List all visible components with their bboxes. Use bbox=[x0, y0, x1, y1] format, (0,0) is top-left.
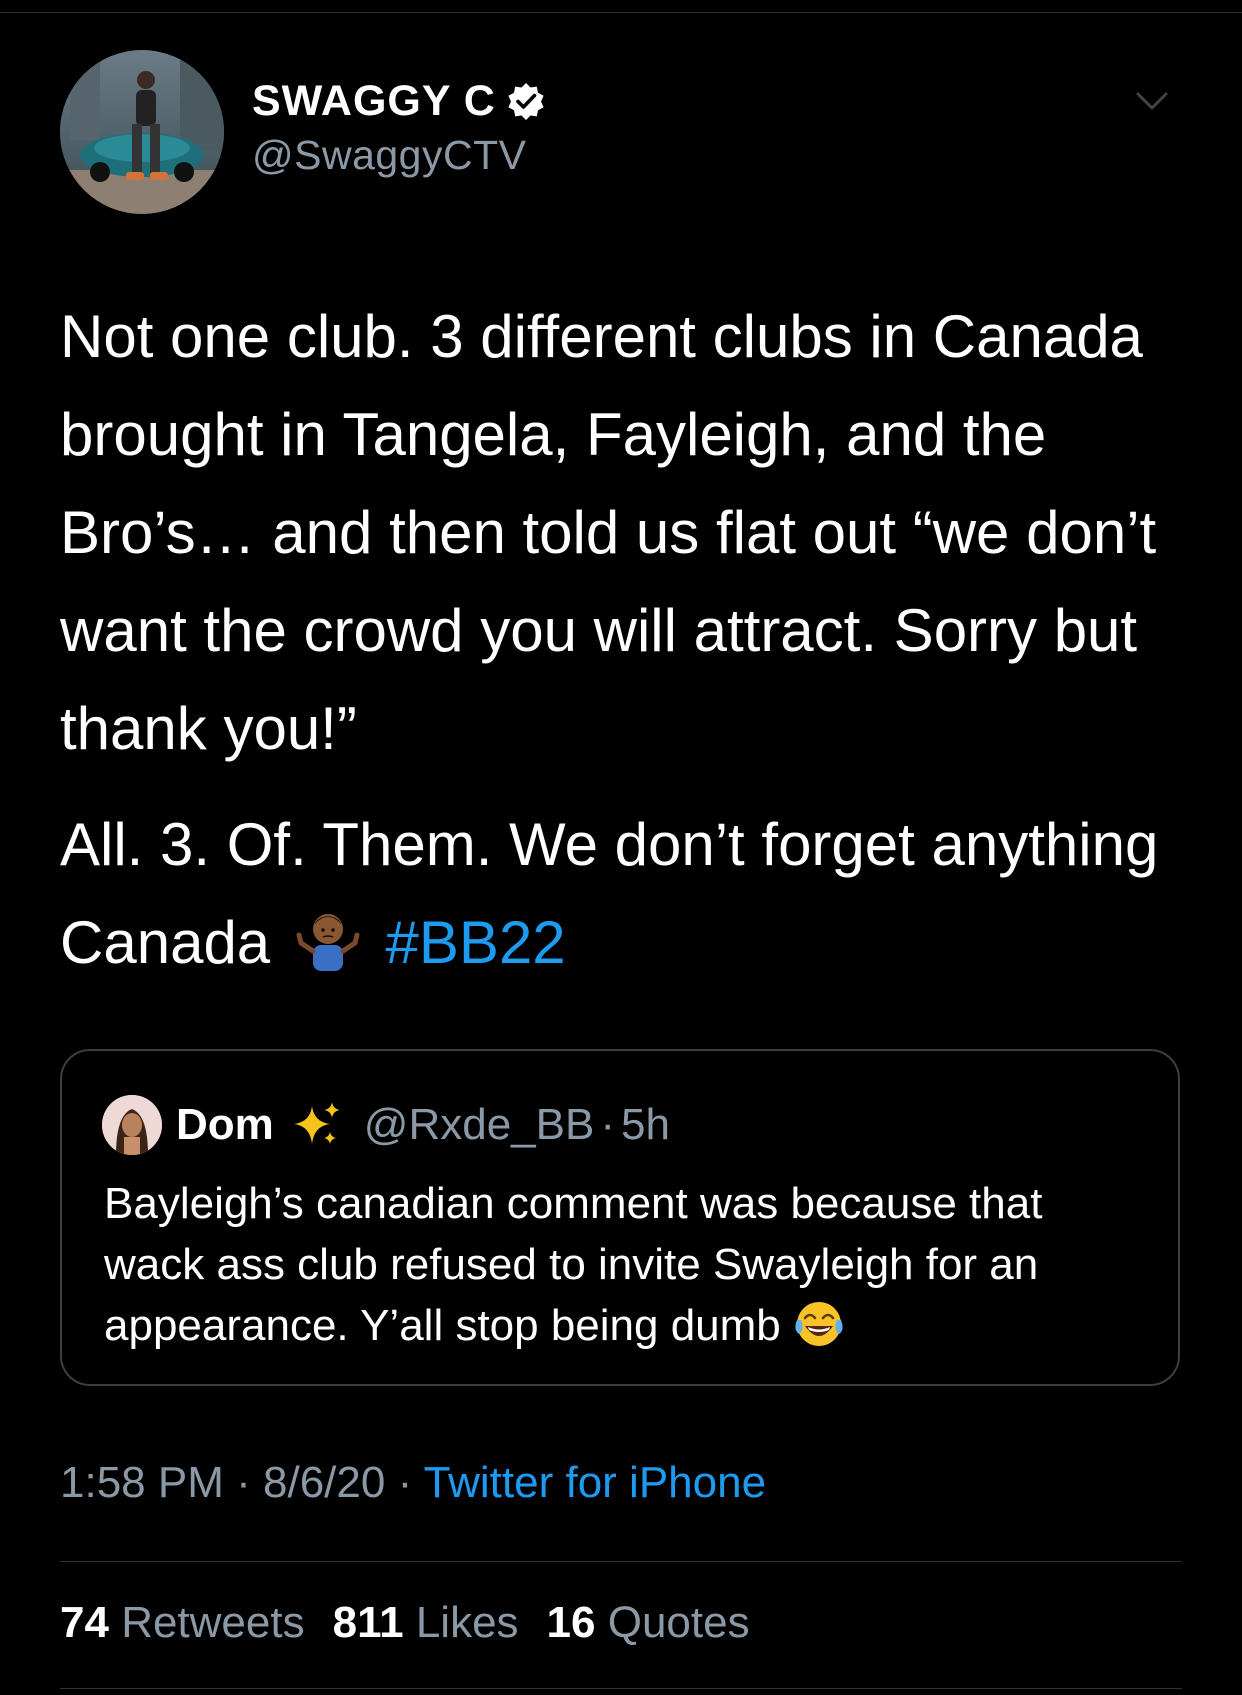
quoted-separator: · bbox=[600, 1100, 615, 1149]
quoted-tweet-card[interactable]: Dom @Rxde_BB · 5h Bayleigh’s canadian co… bbox=[60, 1049, 1180, 1386]
quoted-avatar[interactable] bbox=[102, 1095, 162, 1155]
handle[interactable]: @SwaggyCTV bbox=[252, 132, 546, 179]
tweet-paragraph-2-text: All. 3. Of. Them. We don’t forget anythi… bbox=[60, 811, 1159, 976]
meta-separator-1: · bbox=[236, 1458, 251, 1507]
quotes-label: Quotes bbox=[607, 1598, 750, 1647]
verified-badge-icon bbox=[508, 83, 544, 120]
avatar-photo-icon bbox=[60, 50, 224, 214]
retweets-count: 74 bbox=[60, 1598, 109, 1647]
quotes-count: 16 bbox=[546, 1598, 596, 1647]
retweets-stat[interactable]: 74 Retweets bbox=[60, 1598, 305, 1648]
tweet-paragraph-2: All. 3. Of. Them. We don’t forget anythi… bbox=[60, 796, 1190, 992]
person-shrugging-emoji-icon bbox=[296, 914, 360, 971]
tweet-paragraph-1: Not one club. 3 different clubs in Canad… bbox=[60, 303, 1157, 762]
quoted-display-name[interactable]: Dom bbox=[176, 1100, 274, 1150]
chevron-down-icon[interactable] bbox=[1132, 86, 1172, 116]
face-with-tears-of-joy-emoji-icon bbox=[795, 1302, 843, 1346]
tweet-source-link[interactable]: Twitter for iPhone bbox=[424, 1458, 766, 1507]
quoted-tweet-header: Dom @Rxde_BB · 5h bbox=[102, 1095, 670, 1155]
author-block: SWAGGY C @SwaggyCTV bbox=[252, 76, 546, 179]
display-name[interactable]: SWAGGY C bbox=[252, 77, 496, 126]
tweet-header: SWAGGY C @SwaggyCTV bbox=[60, 50, 1182, 214]
likes-label: Likes bbox=[415, 1598, 519, 1647]
tweet-text: Not one club. 3 different clubs in Canad… bbox=[60, 288, 1190, 992]
quoted-handle[interactable]: @Rxde_BB bbox=[364, 1100, 595, 1150]
stats-top-divider bbox=[60, 1561, 1182, 1562]
tweet-meta: 1:58 PM · 8/6/20 · Twitter for iPhone bbox=[60, 1458, 766, 1508]
quoted-tweet-body: Bayleigh’s canadian comment was because … bbox=[104, 1179, 1043, 1350]
quoted-tweet-text: Bayleigh’s canadian comment was because … bbox=[104, 1173, 1154, 1356]
quotes-stat[interactable]: 16 Quotes bbox=[547, 1598, 750, 1648]
sparkles-emoji-icon bbox=[293, 1102, 340, 1144]
tweet-date: 8/6/20 bbox=[263, 1458, 386, 1507]
avatar[interactable] bbox=[60, 50, 224, 214]
tweet-stats: 74 Retweets 811 Likes 16 Quotes bbox=[60, 1598, 750, 1648]
quoted-avatar-photo-icon bbox=[102, 1095, 162, 1155]
top-divider bbox=[0, 12, 1242, 13]
hashtag-link[interactable]: #BB22 bbox=[386, 909, 566, 976]
likes-stat[interactable]: 811 Likes bbox=[333, 1598, 519, 1648]
name-row: SWAGGY C bbox=[252, 76, 546, 126]
retweets-label: Retweets bbox=[121, 1598, 305, 1647]
meta-separator-2: · bbox=[397, 1458, 413, 1507]
quoted-timestamp: 5h bbox=[621, 1100, 670, 1149]
likes-count: 811 bbox=[332, 1598, 404, 1647]
tweet-time: 1:58 PM bbox=[60, 1458, 224, 1507]
stats-bottom-divider bbox=[60, 1688, 1182, 1689]
